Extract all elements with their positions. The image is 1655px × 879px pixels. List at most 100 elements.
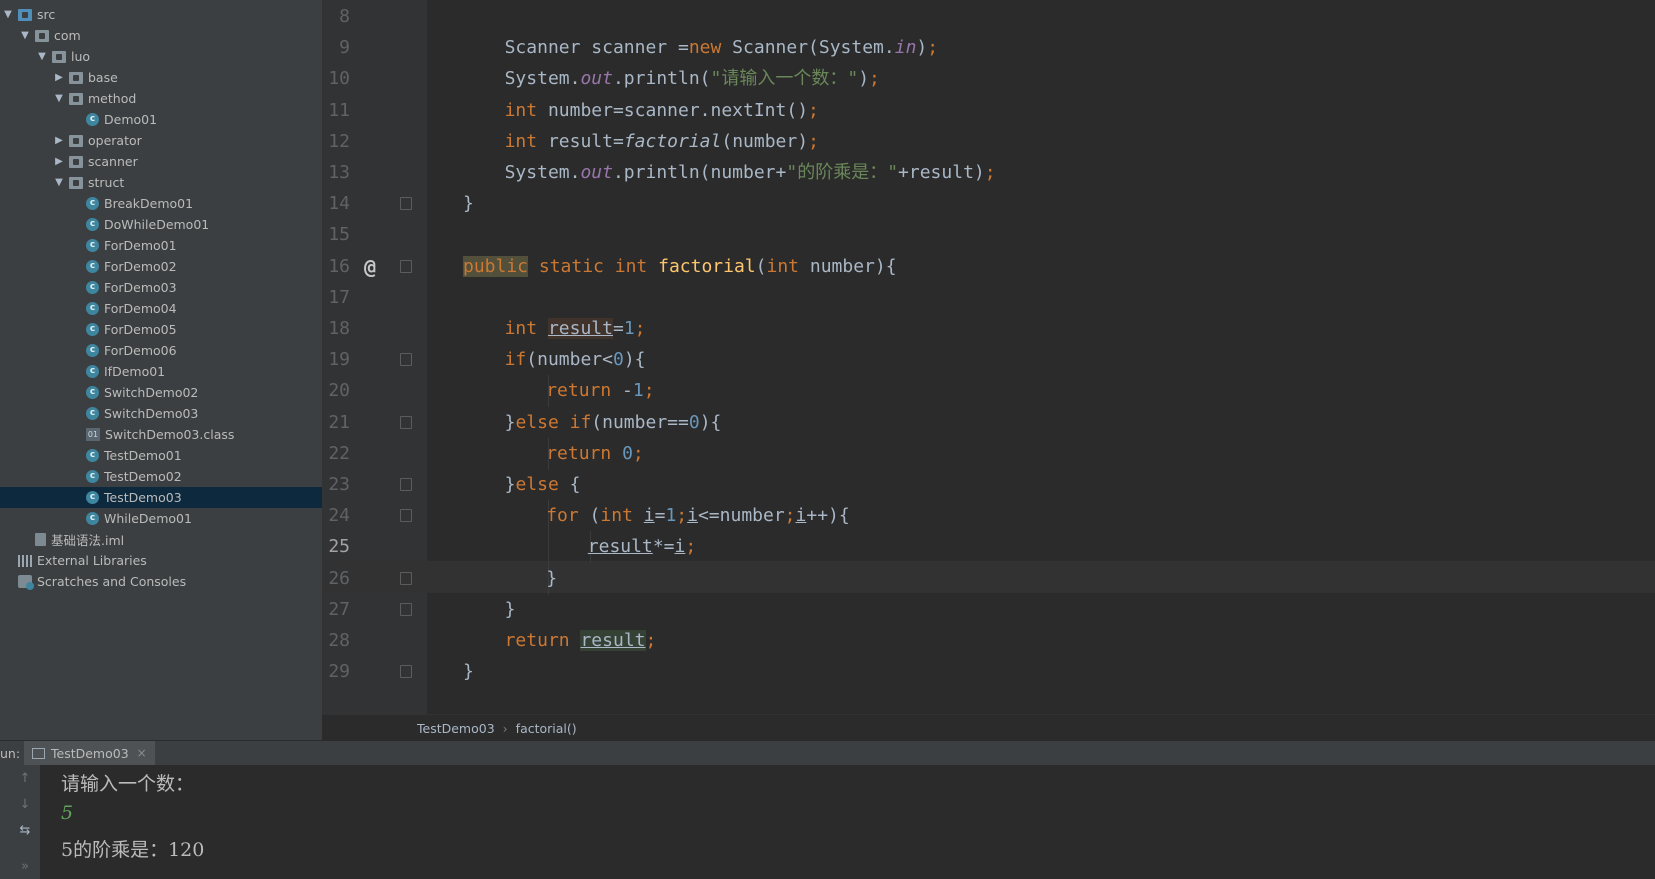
- tree-item[interactable]: ▼ com: [0, 25, 322, 46]
- code-line[interactable]: 29}: [322, 656, 1655, 688]
- tree-item[interactable]: ▶cTestDemo01: [0, 445, 322, 466]
- tree-item[interactable]: ▶cForDemo03: [0, 277, 322, 298]
- up-arrow-icon[interactable]: ↑: [18, 771, 32, 786]
- line-number: 13: [328, 162, 350, 183]
- expanded-arrow-icon[interactable]: ▼: [53, 177, 65, 188]
- tree-item[interactable]: ▶cDoWhileDemo01: [0, 214, 322, 235]
- code-line[interactable]: 26}: [322, 562, 1655, 595]
- code-line[interactable]: 9 Scanner scanner =new Scanner(System.in)…: [322, 32, 1655, 64]
- tree-item[interactable]: ▼ src: [0, 4, 322, 25]
- fold-marker-icon[interactable]: [400, 509, 412, 523]
- tree-item[interactable]: ▶Scratches and Consoles: [0, 571, 322, 592]
- code-line[interactable]: 16 @ public static int factorial(int numbe…: [322, 251, 1655, 283]
- tree-item[interactable]: ▶cSwitchDemo03: [0, 403, 322, 424]
- code-line[interactable]: 8: [322, 1, 1655, 33]
- line-number: 27: [328, 598, 350, 620]
- tree-item[interactable]: ▶ base: [0, 67, 322, 88]
- code-line[interactable]: 25 result*=i;: [322, 531, 1655, 564]
- code-line[interactable]: 17: [322, 282, 1655, 314]
- code-line[interactable]: 18 int result=1;: [322, 313, 1655, 345]
- expanded-arrow-icon[interactable]: ▼: [19, 30, 31, 41]
- tree-item-label: scanner: [88, 154, 138, 169]
- code-line[interactable]: 22 return 0;: [322, 437, 1655, 470]
- libraries-icon: [18, 554, 32, 567]
- tree-item-label: TestDemo01: [104, 448, 182, 463]
- tree-item[interactable]: ▼ struct: [0, 172, 322, 193]
- code-line[interactable]: 19 if(number<0){: [322, 344, 1655, 376]
- java-class-icon: c: [86, 449, 99, 462]
- code-text: }: [463, 661, 474, 683]
- tree-item[interactable]: ▶cForDemo05: [0, 319, 322, 340]
- tree-item[interactable]: ▶cWhileDemo01: [0, 508, 322, 529]
- collapsed-arrow-icon[interactable]: ▶: [53, 72, 65, 83]
- run-tab-bar: un: TestDemo03 ×: [0, 740, 1655, 766]
- code-line[interactable]: 21}else if(number==0){: [322, 407, 1655, 439]
- tree-item[interactable]: ▶cForDemo06: [0, 340, 322, 361]
- down-arrow-icon[interactable]: ↓: [18, 797, 32, 812]
- tree-item-label: Scratches and Consoles: [37, 574, 187, 589]
- code-line[interactable]: 13 System.out.println(number+"的阶乘是："+resu…: [322, 157, 1655, 189]
- tree-item[interactable]: ▶基础语法.iml: [0, 529, 322, 550]
- tree-item[interactable]: ▶cForDemo04: [0, 298, 322, 319]
- tree-item[interactable]: ▶cBreakDemo01: [0, 193, 322, 214]
- fold-marker-icon[interactable]: [400, 602, 412, 616]
- code-line[interactable]: 11 int number=scanner.nextInt();: [322, 95, 1655, 127]
- close-icon[interactable]: ×: [137, 746, 147, 760]
- tree-item-label: SwitchDemo03.class: [105, 427, 235, 442]
- at-icon[interactable]: @: [364, 251, 376, 283]
- more-icon[interactable]: »: [18, 859, 32, 874]
- code-line[interactable]: 20 return -1;: [322, 375, 1655, 408]
- tree-item-label: Demo01: [104, 112, 158, 127]
- run-tab-testdemo03[interactable]: TestDemo03 ×: [24, 741, 155, 765]
- tree-item[interactable]: ▼ method: [0, 88, 322, 109]
- tree-item[interactable]: ▶cDemo01: [0, 109, 322, 130]
- console-output[interactable]: 请输入一个数： 5 5的阶乘是：120: [40, 765, 1655, 879]
- tree-item[interactable]: ▶01SwitchDemo03.class: [0, 424, 322, 445]
- fold-marker-icon[interactable]: [400, 571, 412, 585]
- tree-item[interactable]: ▶cForDemo02: [0, 256, 322, 277]
- fold-marker-icon[interactable]: [400, 415, 412, 429]
- tree-item[interactable]: ▶cTestDemo03: [0, 487, 322, 508]
- tree-item[interactable]: ▶ operator: [0, 130, 322, 151]
- code-text: if(number<0){: [504, 349, 646, 371]
- tree-item[interactable]: ▼ luo: [0, 46, 322, 67]
- code-line[interactable]: 15: [322, 219, 1655, 251]
- tree-item[interactable]: ▶cSwitchDemo02: [0, 382, 322, 403]
- code-editor[interactable]: 8 9 Scanner scanner =new Scanner(System.in…: [322, 0, 1655, 714]
- breadcrumb-method[interactable]: factorial(): [516, 721, 577, 736]
- run-label: un:: [0, 745, 21, 761]
- line-number: 17: [328, 286, 350, 308]
- tree-item[interactable]: ▶cForDemo01: [0, 235, 322, 256]
- tree-item[interactable]: ▶cIfDemo01: [0, 361, 322, 382]
- project-tree-panel[interactable]: ▼ src ▼ com ▼ luo ▶ base ▼ method ▶ c Demo01 ▶ operato…: [0, 0, 323, 740]
- expanded-arrow-icon[interactable]: ▼: [53, 93, 65, 104]
- code-line[interactable]: 14}: [322, 188, 1655, 220]
- code-text: public static int factorial(int number){: [463, 255, 897, 277]
- line-number: 16: [328, 255, 350, 277]
- fold-marker-icon[interactable]: [400, 259, 412, 273]
- code-line[interactable]: 12 int result=factorial(number);: [322, 126, 1655, 158]
- fold-marker-icon[interactable]: [400, 353, 412, 367]
- code-line[interactable]: 23}else {: [322, 469, 1655, 501]
- soft-wrap-icon[interactable]: ⇆: [18, 823, 32, 838]
- run-toolbar: ↑ ↓ ⇆ »: [0, 765, 40, 879]
- tree-item[interactable]: ▶cTestDemo02: [0, 466, 322, 487]
- tree-item[interactable]: ▶ scanner: [0, 151, 322, 172]
- line-number: 28: [328, 630, 350, 651]
- code-line[interactable]: 24 for (int i=1;i<=number;i++){: [322, 500, 1655, 533]
- folder-icon: [52, 50, 66, 63]
- fold-marker-icon[interactable]: [400, 197, 412, 211]
- code-line[interactable]: 10 System.out.println("请输入一个数：");: [322, 63, 1655, 95]
- java-class-icon: c: [86, 113, 99, 126]
- collapsed-arrow-icon[interactable]: ▶: [53, 135, 65, 146]
- fold-marker-icon[interactable]: [400, 665, 412, 679]
- breadcrumb-file[interactable]: TestDemo03: [417, 721, 495, 736]
- expanded-arrow-icon[interactable]: ▼: [2, 9, 14, 20]
- fold-marker-icon[interactable]: [400, 478, 412, 491]
- collapsed-arrow-icon[interactable]: ▶: [53, 156, 65, 167]
- code-line[interactable]: 27}: [322, 594, 1655, 626]
- code-line[interactable]: 28 return result;: [322, 625, 1655, 657]
- code-text: }: [546, 567, 558, 589]
- expanded-arrow-icon[interactable]: ▼: [36, 51, 48, 62]
- tree-item[interactable]: ▶External Libraries: [0, 550, 322, 571]
